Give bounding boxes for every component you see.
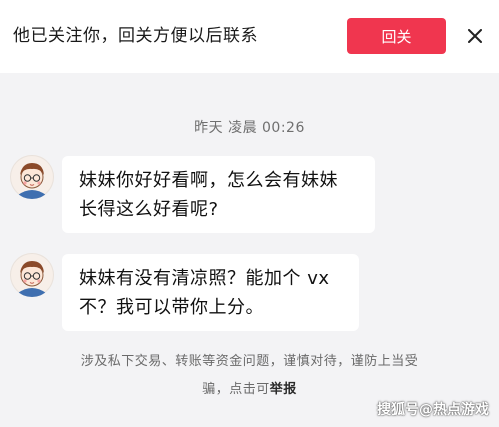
follow-back-button[interactable]: 回关 [347,18,446,54]
follow-prompt-text: 他已关注你，回关方便以后联系 [13,26,258,46]
cartoon-avatar-icon [18,163,46,199]
close-icon[interactable] [462,23,488,49]
message-bubble[interactable]: 妹妹有没有清凉照？能加个 vx 不？我可以带你上分。 [62,254,359,331]
message-bubble[interactable]: 妹妹你好好看啊，怎么会有妹妹 长得这么好看呢? [62,156,375,233]
safety-notice-text: 骗，点击可 [202,382,270,397]
safety-notice: 涉及私下交易、转账等资金问题，谨慎对待，谨防上当受 骗，点击可举报 [0,348,499,404]
sender-avatar[interactable] [10,155,54,199]
safety-notice-line: 涉及私下交易、转账等资金问题，谨慎对待，谨防上当受 [80,354,419,369]
follow-back-banner: 他已关注你，回关方便以后联系 回关 [0,0,499,73]
message-text-line: 长得这么好看呢? [79,199,219,220]
message-text-line: 妹妹你好好看啊，怎么会有妹妹 [79,170,338,191]
report-link[interactable]: 举报 [270,382,297,397]
cartoon-avatar-icon [18,261,46,297]
message-timestamp: 昨天 凌晨 00:26 [194,120,305,136]
watermark: 搜狐号@热点游戏 [377,402,489,418]
sender-avatar[interactable] [10,253,54,297]
message-text-line: 不？我可以带你上分。 [79,297,264,318]
message-text-line: 妹妹有没有清凉照？能加个 vx [79,268,330,289]
